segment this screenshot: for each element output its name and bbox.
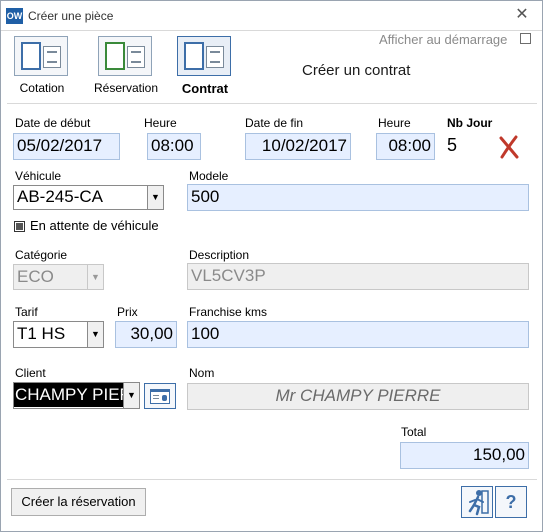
tarif-label: Tarif — [15, 305, 38, 319]
client-label: Client — [15, 366, 46, 380]
attente-label: En attente de véhicule — [30, 218, 159, 233]
header-divider — [7, 103, 537, 104]
franchise-label: Franchise kms — [189, 305, 268, 319]
help-button[interactable]: ? — [495, 486, 527, 518]
nb-jour-value: 5 — [447, 135, 458, 155]
heure-fin-label: Heure — [378, 116, 411, 130]
categorie-label: Catégorie — [15, 248, 68, 262]
modele-field[interactable]: 500 — [187, 184, 529, 211]
page-heading: Créer un contrat — [302, 62, 411, 79]
date-debut-label: Date de début — [15, 116, 91, 130]
app-logo-icon: OW — [6, 8, 23, 24]
modele-label: Modele — [189, 169, 229, 183]
description-field: VL5CV3P — [187, 263, 529, 290]
client-combo[interactable]: CHAMPY PIERRE — [13, 382, 124, 409]
heure-fin-field[interactable]: 08:00 — [376, 133, 435, 160]
prix-label: Prix — [117, 305, 138, 319]
tarif-dropdown-icon[interactable]: ▼ — [87, 321, 104, 348]
categorie-dropdown-icon: ▼ — [87, 264, 104, 290]
client-card-icon[interactable] — [144, 383, 176, 409]
date-debut-field[interactable]: 05/02/2017 — [13, 133, 120, 160]
startup-label: Afficher au démarrage — [379, 32, 508, 47]
reservation-icon — [98, 36, 152, 76]
running-man-icon — [468, 490, 489, 516]
total-label: Total — [401, 425, 427, 439]
date-fin-field[interactable]: 10/02/2017 — [245, 133, 351, 160]
tarif-combo[interactable]: T1 HS — [13, 321, 88, 348]
heure-debut-label: Heure — [144, 116, 177, 130]
tab-cotation-label: Cotation — [19, 81, 65, 95]
franchise-field[interactable]: 100 — [187, 321, 529, 348]
cotation-icon — [14, 36, 68, 76]
close-icon[interactable]: ✕ — [514, 7, 530, 23]
nom-label: Nom — [189, 366, 215, 380]
tab-contrat[interactable]: Contrat — [177, 36, 233, 96]
vehicule-combo[interactable]: AB-245-CA — [13, 185, 148, 210]
vehicule-label: Véhicule — [15, 169, 62, 183]
prix-field[interactable]: 30,00 — [115, 321, 177, 348]
contrat-icon — [177, 36, 231, 76]
tab-cotation[interactable]: Cotation — [14, 36, 70, 96]
help-icon: ? — [505, 492, 517, 512]
attente-checkbox[interactable] — [14, 221, 25, 232]
footer-divider — [7, 479, 537, 480]
nb-jour-label: Nb Jour — [447, 116, 493, 130]
title-bar: OW Créer une pièce ✕ — [1, 1, 542, 31]
description-label: Description — [189, 248, 250, 262]
date-fin-label: Date de fin — [245, 116, 304, 130]
total-field: 150,00 — [400, 442, 529, 469]
client-dropdown-icon[interactable]: ▼ — [123, 382, 140, 409]
create-reservation-button[interactable]: Créer la réservation — [11, 488, 146, 516]
create-piece-window: OW Créer une pièce ✕ Afficher au démarra… — [0, 0, 543, 532]
delete-icon[interactable] — [498, 135, 520, 159]
tab-reservation[interactable]: Réservation — [94, 36, 158, 96]
exit-button[interactable] — [461, 486, 493, 518]
client-selected-text: CHAMPY PIERRE — [14, 383, 123, 407]
nom-field: Mr CHAMPY PIERRE — [187, 383, 529, 410]
heure-debut-field[interactable]: 08:00 — [147, 133, 201, 160]
window-title: Créer une pièce — [28, 9, 114, 23]
tab-contrat-label: Contrat — [181, 81, 229, 96]
tab-reservation-label: Réservation — [93, 81, 159, 95]
categorie-combo: ECO — [13, 264, 88, 290]
startup-checkbox[interactable] — [520, 33, 531, 44]
vehicule-dropdown-icon[interactable]: ▼ — [147, 185, 164, 210]
